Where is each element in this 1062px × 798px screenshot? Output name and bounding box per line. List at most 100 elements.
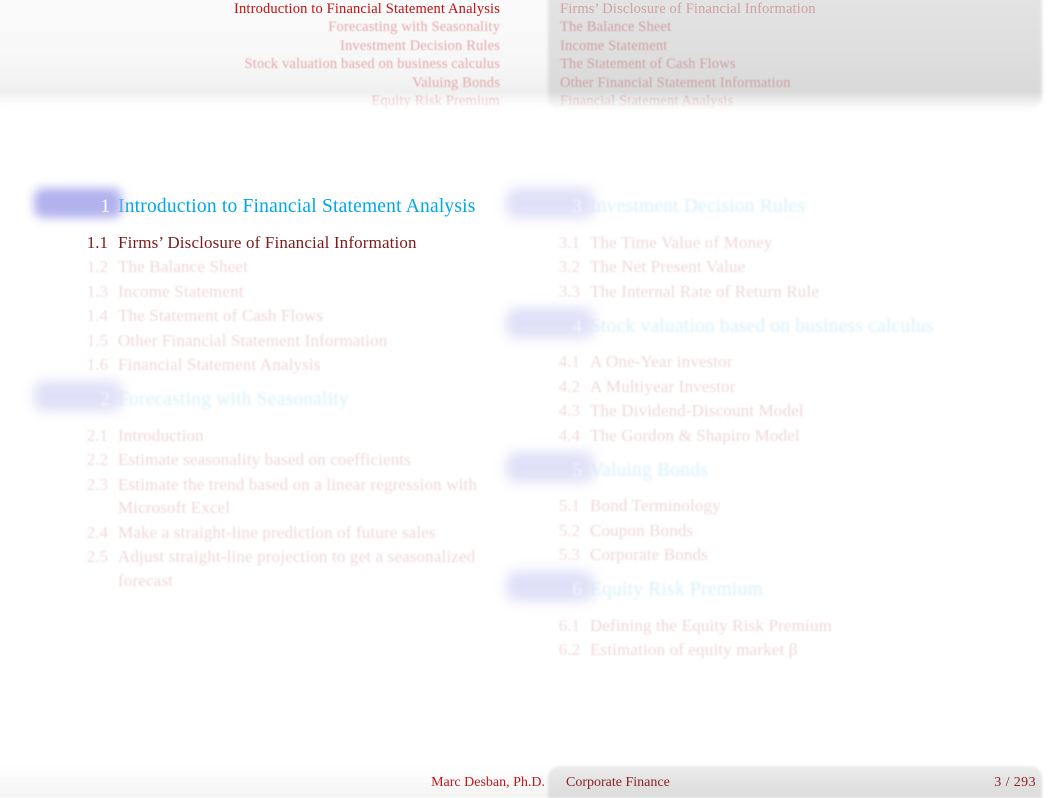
subsection-label: Income Statement: [118, 281, 244, 301]
subsection-label: Estimate the trend based on a linear reg…: [118, 474, 478, 518]
subsection-number: 6.1: [558, 615, 580, 635]
subsection-label: Coupon Bonds: [590, 520, 694, 540]
toc-column-right: 3 Investment Decision Rules 3.1 The Time Va…: [506, 188, 1046, 663]
subsection-number: 5.1: [558, 496, 580, 515]
subsection-number: 5.3: [558, 545, 580, 564]
header-nav-item[interactable]: Income Statement: [560, 37, 1030, 56]
toc-subsection-2.4[interactable]: 2.4 Make a straight-line prediction of fu…: [34, 520, 510, 545]
footer-page-number: 3 / 293: [994, 775, 1036, 790]
footer-presentation-title: Corporate Finance: [566, 775, 670, 790]
header-fade-overlay: [0, 92, 1062, 122]
toc-subsection-6.1[interactable]: 6.1 Defining the Equity Risk Premium: [506, 613, 1046, 638]
toc-chapter-4[interactable]: 4 Stock valuation based on business calcu…: [506, 307, 1046, 350]
subsection-number: 2.3: [86, 474, 108, 494]
header-nav-item[interactable]: The Balance Sheet: [560, 19, 1030, 38]
chapter-title: Equity Risk Premium: [590, 579, 763, 600]
chapter-badge-background: [506, 451, 594, 482]
subsection-number: 2.5: [86, 547, 108, 566]
subsection-number: 1.5: [86, 330, 108, 350]
table-of-contents: 1 Introduction to Financial Statement Ana…: [0, 188, 1062, 666]
subsection-number: 3.2: [558, 257, 580, 276]
subsection-number: 2.2: [86, 450, 108, 469]
toc-subsection-1.6[interactable]: 1.6 Financial Statement Analysis: [34, 353, 510, 378]
header-nav-item[interactable]: Investment Decision Rules: [0, 37, 500, 56]
toc-subsection-5.2[interactable]: 5.2 Coupon Bonds: [506, 518, 1046, 543]
toc-chapter-5[interactable]: 5 Valuing Bonds: [506, 451, 1046, 494]
chapter-title: Stock valuation based on business calcul…: [590, 315, 934, 337]
chapter-title: Investment Decision Rules: [590, 196, 806, 217]
toc-subsection-2.5[interactable]: 2.5 Adjust straight-line projection to ge…: [34, 545, 510, 593]
chapter-title: Introduction to Financial Statement Anal…: [118, 196, 476, 217]
subsection-label: Make a straight-line prediction of futur…: [118, 522, 436, 542]
subsection-number: 4.2: [558, 376, 580, 396]
subsection-label: The Balance Sheet: [118, 257, 248, 276]
subsection-number: 2.1: [86, 425, 108, 445]
chapter-badge-background: [34, 381, 122, 411]
header-nav-item[interactable]: Stock valuation based on business calcul…: [0, 56, 500, 75]
subsection-label: The Internal Rate of Return Rule: [590, 281, 820, 301]
chapter-number-badge: 5: [506, 451, 594, 482]
toc-subsection-3.1[interactable]: 3.1 The Time Value of Money: [506, 230, 1046, 255]
subsection-label: The Gordon & Shapiro Model: [590, 425, 800, 445]
toc-subsection-4.1[interactable]: 4.1 A One-Year investor: [506, 350, 1046, 375]
toc-subsection-1.2[interactable]: 1.2 The Balance Sheet: [34, 255, 510, 280]
subsection-label: The Time Value of Money: [590, 232, 773, 252]
toc-subsection-4.2[interactable]: 4.2 A Multiyear Investor: [506, 374, 1046, 399]
subsection-label: A One-Year investor: [590, 352, 733, 371]
toc-subsection-5.3[interactable]: 5.3 Corporate Bonds: [506, 543, 1046, 568]
chapter-badge-background: [506, 307, 594, 338]
toc-subsection-1.3[interactable]: 1.3 Income Statement: [34, 279, 510, 304]
toc-subsection-6.2[interactable]: 6.2 Estimation of equity market β: [506, 638, 1046, 663]
header-nav-item[interactable]: Valuing Bonds: [0, 74, 500, 93]
subsection-label: Other Financial Statement Information: [118, 330, 388, 350]
subsection-number: 4.4: [558, 425, 580, 445]
toc-subsection-4.3[interactable]: 4.3 The Dividend-Discount Model: [506, 399, 1046, 424]
subsection-number: 6.2: [558, 640, 580, 659]
subsection-label: Estimate seasonality based on coefficien…: [118, 450, 412, 469]
header-nav-item[interactable]: Introduction to Financial Statement Anal…: [0, 0, 500, 19]
toc-subsection-4.4[interactable]: 4.4 The Gordon & Shapiro Model: [506, 423, 1046, 448]
toc-column-left: 1 Introduction to Financial Statement Ana…: [34, 188, 510, 593]
toc-subsection-3.3[interactable]: 3.3 The Internal Rate of Return Rule: [506, 279, 1046, 304]
subsection-label: Bond Terminology: [590, 496, 721, 515]
header-nav-item[interactable]: Other Financial Statement Information: [560, 74, 1030, 93]
header-nav-item[interactable]: The Statement of Cash Flows: [560, 56, 1030, 75]
subsection-number: 2.4: [86, 522, 108, 542]
toc-chapter-3[interactable]: 3 Investment Decision Rules: [506, 188, 1046, 230]
subsection-label: Adjust straight-line projection to get a…: [118, 547, 476, 590]
toc-chapter-2[interactable]: 2 Forecasting with Seasonality: [34, 381, 510, 423]
subsection-number: 1.6: [86, 355, 108, 374]
subsection-label: Introduction: [118, 425, 204, 445]
toc-chapter-6[interactable]: 6 Equity Risk Premium: [506, 571, 1046, 613]
toc-subsection-2.2[interactable]: 2.2 Estimate seasonality based on coeffic…: [34, 448, 510, 473]
toc-subsection-1.4[interactable]: 1.4 The Statement of Cash Flows: [34, 304, 510, 329]
toc-subsection-3.2[interactable]: 3.2 The Net Present Value: [506, 255, 1046, 280]
subsection-number: 3.3: [558, 281, 580, 301]
toc-subsection-1.5[interactable]: 1.5 Other Financial Statement Information: [34, 328, 510, 353]
footer-author: Marc Desban, Ph.D.: [431, 775, 545, 790]
subsection-number: 1.3: [86, 281, 108, 301]
subsection-label: Firms’ Disclosure of Financial Informati…: [118, 232, 417, 252]
subsection-label: Estimation of equity market β: [590, 640, 798, 659]
chapter-badge-background: [506, 571, 594, 601]
navigation-header: Introduction to Financial Statement Anal…: [0, 0, 1062, 122]
toc-subsection-1.1[interactable]: 1.1 Firms’ Disclosure of Financial Inform…: [34, 230, 510, 255]
header-nav-item[interactable]: Firms’ Disclosure of Financial Informati…: [560, 0, 1030, 19]
header-nav-item[interactable]: Forecasting with Seasonality: [0, 19, 500, 38]
chapter-number-badge: 4: [506, 307, 594, 338]
subsection-label: A Multiyear Investor: [590, 376, 736, 396]
toc-chapter-1[interactable]: 1 Introduction to Financial Statement Ana…: [34, 188, 510, 230]
toc-subsection-2.1[interactable]: 2.1 Introduction: [34, 423, 510, 448]
chapter-title: Forecasting with Seasonality: [118, 389, 349, 410]
subsection-label: Financial Statement Analysis: [118, 355, 321, 374]
chapter-number-badge: 6: [506, 571, 594, 601]
toc-subsection-2.3[interactable]: 2.3 Estimate the trend based on a linear …: [34, 472, 510, 520]
chapter-number-badge: 2: [34, 381, 122, 411]
chapter-number-badge: 3: [506, 188, 594, 218]
slide-footer: Marc Desban, Ph.D. Corporate Finance 3 /…: [0, 766, 1062, 798]
chapter-badge-background: [34, 188, 122, 218]
toc-subsection-5.1[interactable]: 5.1 Bond Terminology: [506, 494, 1046, 519]
chapter-badge-background: [506, 188, 594, 218]
subsection-label: The Dividend-Discount Model: [590, 401, 804, 420]
subsection-label: The Net Present Value: [590, 257, 746, 276]
